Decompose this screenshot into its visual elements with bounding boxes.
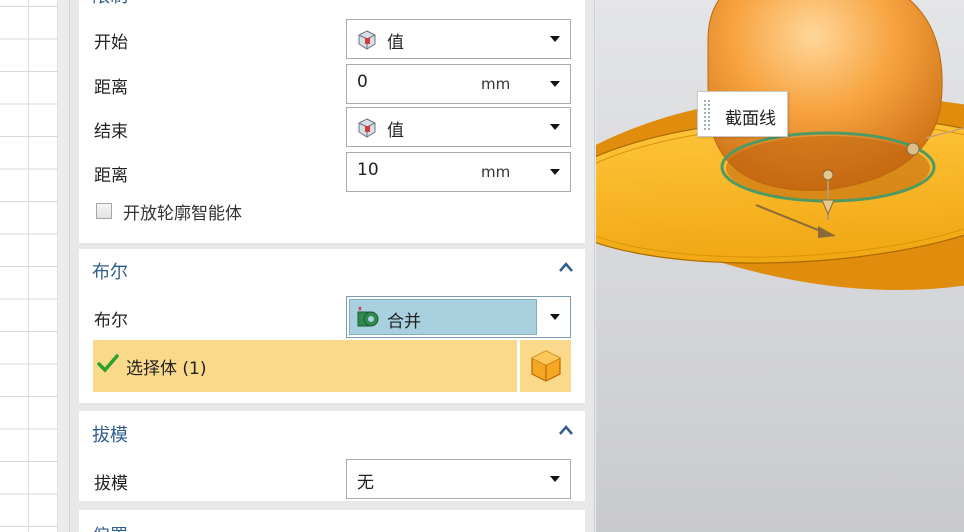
select-body-row[interactable]: 选择体 (1) xyxy=(93,340,517,392)
start-value: 值 xyxy=(387,33,404,53)
end-label: 结束 xyxy=(94,122,128,142)
boolean-value: 合并 xyxy=(387,312,421,332)
select-body-button[interactable] xyxy=(520,340,571,392)
distance1-value: 0 xyxy=(357,72,368,92)
triangle-down-icon xyxy=(550,169,560,175)
triangle-down-icon xyxy=(550,81,560,87)
draft-value: 无 xyxy=(357,473,374,493)
distance1-unit: mm xyxy=(481,75,511,93)
boolean-panel: 布尔 布尔 合并 选择体 (1) xyxy=(79,249,585,403)
start-dropdown[interactable]: 值 xyxy=(346,19,571,59)
boolean-section-title: 布尔 xyxy=(92,262,128,283)
triangle-down-icon xyxy=(550,124,560,130)
distance2-label: 距离 xyxy=(94,166,128,186)
model-view xyxy=(596,0,964,290)
cube-value-icon xyxy=(356,29,378,51)
chevron-up-icon[interactable] xyxy=(559,262,573,274)
distance1-label: 距离 xyxy=(94,78,128,98)
panel-gutter xyxy=(58,0,70,532)
drag-grip-icon[interactable] xyxy=(703,99,711,131)
end-dropdown[interactable]: 值 xyxy=(346,107,571,147)
graphics-viewport[interactable]: 截面线 xyxy=(596,0,964,532)
tooltip-label: 截面线 xyxy=(725,109,776,129)
cube-value-icon xyxy=(356,117,378,139)
orange-cube-icon xyxy=(531,350,561,382)
draft-panel: 拔模 拔模 无 xyxy=(79,411,585,501)
open-profile-checkbox[interactable] xyxy=(96,203,112,219)
boolean-unite-icon xyxy=(356,306,380,330)
boolean-label: 布尔 xyxy=(94,311,128,331)
triangle-down-icon xyxy=(550,476,560,482)
start-label: 开始 xyxy=(94,33,128,53)
open-profile-label: 开放轮廓智能体 xyxy=(123,204,242,224)
spreadsheet-grid xyxy=(0,0,58,532)
chevron-up-icon[interactable] xyxy=(559,425,573,437)
draft-label: 拔模 xyxy=(94,474,128,494)
distance2-value: 10 xyxy=(357,160,379,180)
offset-section-title: 偏置 xyxy=(92,522,128,532)
boolean-selected-value: 合并 xyxy=(349,299,537,335)
triangle-down-icon xyxy=(550,314,560,320)
triangle-down-icon xyxy=(550,36,560,42)
section-curve-tooltip: 截面线 xyxy=(697,91,788,137)
draft-dropdown[interactable]: 无 xyxy=(346,459,571,499)
distance2-unit: mm xyxy=(481,163,511,181)
boolean-dropdown[interactable]: 合并 xyxy=(346,296,571,338)
end-value: 值 xyxy=(387,121,404,141)
offset-panel: 偏置 xyxy=(79,510,585,532)
distance1-field[interactable]: 0 mm xyxy=(346,64,571,104)
draft-section-title: 拔模 xyxy=(92,425,128,446)
limit-panel: 限制 开始 值 距离 0 mm 结束 xyxy=(79,0,585,243)
select-body-label: 选择体 (1) xyxy=(126,359,207,379)
extrude-dialog: 限制 开始 值 距离 0 mm 结束 xyxy=(70,0,595,532)
limit-section-title: 限制 xyxy=(92,0,128,8)
distance2-field[interactable]: 10 mm xyxy=(346,152,571,192)
green-check-icon xyxy=(97,353,119,377)
